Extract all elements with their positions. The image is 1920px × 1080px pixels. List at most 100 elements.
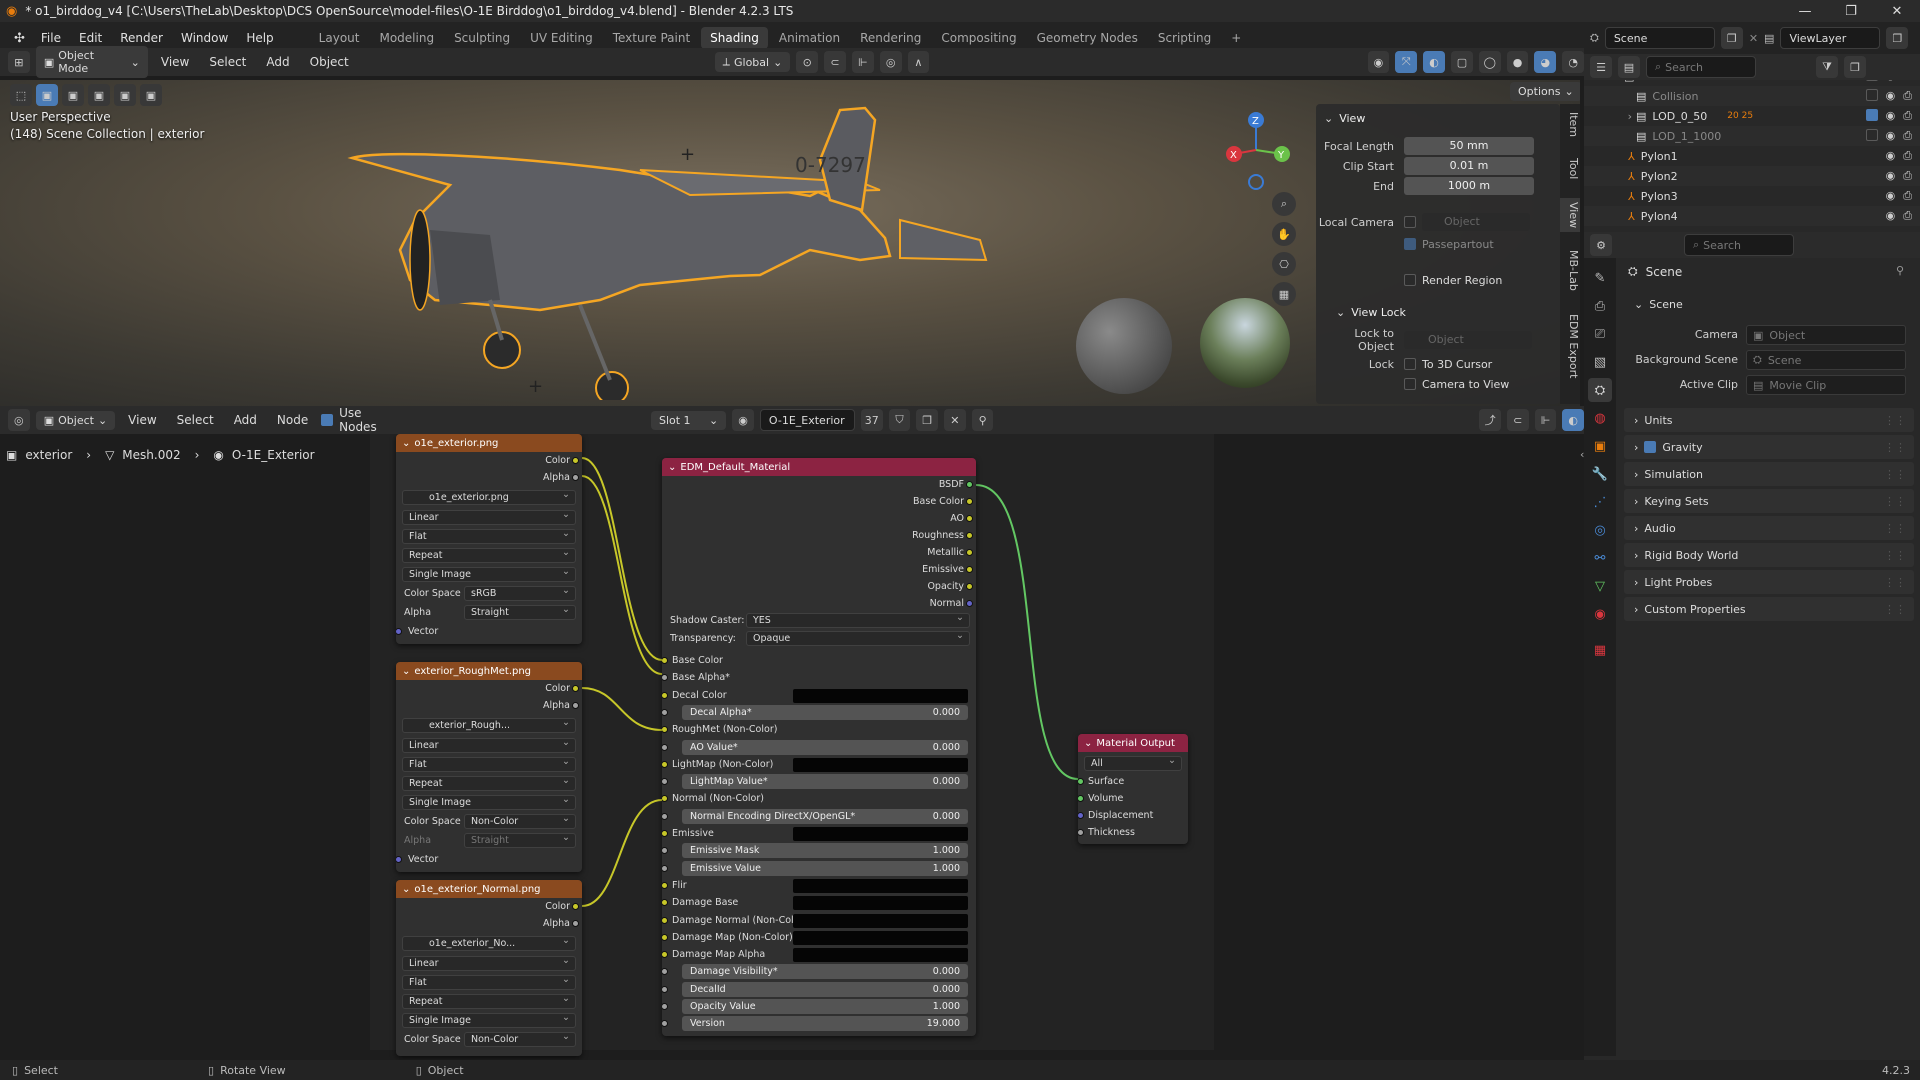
- viewport-menu-view[interactable]: View: [154, 52, 196, 72]
- input-value-field[interactable]: Damage Visibility* 0.000: [682, 964, 968, 980]
- particles-tab-icon[interactable]: ⋰: [1588, 490, 1612, 514]
- input-socket[interactable]: [662, 985, 668, 993]
- pin-icon[interactable]: ⚲: [1896, 264, 1904, 277]
- input-socket[interactable]: [662, 1003, 668, 1010]
- tab-geometry-nodes[interactable]: Geometry Nodes: [1028, 27, 1147, 49]
- property-section-simulation[interactable]: › Simulation ⋮⋮: [1624, 462, 1914, 486]
- material-shading-icon[interactable]: ◕: [1534, 51, 1557, 73]
- node-header[interactable]: ⌄ Material Output: [1078, 734, 1188, 752]
- alpha-dropdown[interactable]: Straight: [464, 603, 576, 620]
- chevron-down-icon[interactable]: ⌄: [1084, 738, 1092, 749]
- material-output-node[interactable]: ⌄ Material Output All Surface Volume Disp…: [1078, 734, 1188, 844]
- color-swatch[interactable]: [793, 930, 968, 945]
- input-socket[interactable]: [662, 778, 668, 786]
- exclude-checkbox[interactable]: [1865, 89, 1878, 101]
- projection-dropdown[interactable]: Flat: [402, 973, 576, 990]
- chevron-right-icon[interactable]: ›: [1584, 110, 1636, 123]
- property-section-gravity[interactable]: › Gravity ⋮⋮: [1624, 435, 1914, 459]
- local-camera-field[interactable]: Object: [1422, 213, 1530, 231]
- snap-icon[interactable]: ⊂: [824, 51, 846, 73]
- active-clip-field[interactable]: ▤ Movie Clip: [1746, 375, 1906, 395]
- drag-handle-icon[interactable]: ⋮⋮: [1884, 468, 1906, 481]
- use-nodes-checkbox[interactable]: [321, 414, 334, 426]
- input-socket[interactable]: [662, 708, 668, 716]
- chevron-down-icon[interactable]: ⌄: [402, 884, 410, 895]
- input-socket[interactable]: [662, 812, 668, 820]
- input-value-field[interactable]: Version 19.000: [682, 1016, 968, 1032]
- property-section-audio[interactable]: › Audio ⋮⋮: [1624, 516, 1914, 540]
- projection-dropdown[interactable]: Flat: [402, 755, 576, 772]
- outliner-row[interactable]: ⅄ Pylon4 ◉ ⎙: [1584, 206, 1920, 226]
- maximize-button[interactable]: ❐: [1828, 0, 1874, 22]
- color-swatch[interactable]: [793, 896, 968, 911]
- chevron-down-icon[interactable]: ⌄: [402, 666, 410, 677]
- tab-shading[interactable]: Shading: [701, 27, 768, 49]
- tab-tool[interactable]: Tool: [1560, 154, 1580, 183]
- new-collection-icon[interactable]: ❐: [1844, 56, 1866, 78]
- outliner-row[interactable]: ▤ LOD_1_1000 ◉ ⎙: [1584, 126, 1920, 146]
- node-editor-canvas[interactable]: ▣ exterior › ▽ Mesh.002 › ◉ O-1E_Exterior ⌄…: [0, 434, 1584, 1060]
- tab-mb-lab[interactable]: MB-Lab: [1560, 246, 1580, 295]
- duplicate-material-icon[interactable]: ❐: [916, 409, 939, 431]
- eye-icon[interactable]: ◉: [1886, 169, 1896, 183]
- shadow-caster-dropdown[interactable]: YES: [746, 611, 970, 628]
- node-overlay-icon[interactable]: ◐: [1562, 409, 1585, 431]
- input-value-field[interactable]: DecalId 0.000: [682, 981, 968, 997]
- node-editor-type-icon[interactable]: ◎: [8, 409, 30, 431]
- menu-file[interactable]: File: [33, 28, 69, 48]
- eye-icon[interactable]: ◉: [1886, 149, 1896, 163]
- properties-search[interactable]: ⌕ Search: [1684, 234, 1794, 256]
- new-scene-icon[interactable]: ❐: [1720, 27, 1743, 49]
- xray-icon[interactable]: ▢: [1451, 51, 1473, 73]
- edm-material-node[interactable]: ⌄ EDM_Default_Material BSDF Base Color AO Ro…: [662, 458, 976, 1036]
- interpolation-dropdown[interactable]: Linear: [402, 736, 576, 753]
- snap-target-icon[interactable]: ⊩: [851, 51, 874, 73]
- input-value-field[interactable]: Emissive Value 1.000: [682, 860, 968, 876]
- image-texture-node[interactable]: ⌄ o1e_exterior_Normal.png Color Alpha o1e…: [396, 880, 582, 1056]
- remove-scene-icon[interactable]: ✕: [1749, 32, 1758, 45]
- scene-tab-icon[interactable]: ⛭: [1588, 378, 1612, 402]
- output-socket[interactable]: [966, 583, 973, 590]
- output-tab-icon[interactable]: ⎚: [1588, 322, 1612, 346]
- output-socket[interactable]: [572, 685, 579, 692]
- camera-render-icon[interactable]: ⎙: [1903, 109, 1912, 123]
- color-space-dropdown[interactable]: Non-Color: [464, 1030, 576, 1047]
- tab-compositing[interactable]: Compositing: [932, 27, 1025, 49]
- clip-start-field[interactable]: 0.01 m: [1404, 157, 1534, 175]
- camera-render-icon[interactable]: ⎙: [1903, 209, 1912, 223]
- tool-tab-icon[interactable]: ✎: [1588, 266, 1612, 290]
- node-menu-node[interactable]: Node: [270, 410, 315, 430]
- node-menu-view[interactable]: View: [121, 410, 163, 430]
- color-space-dropdown[interactable]: sRGB: [464, 584, 576, 601]
- chevron-down-icon[interactable]: ⌄: [668, 462, 676, 473]
- transparency-dropdown[interactable]: Opaque: [746, 629, 970, 646]
- falloff-icon[interactable]: ∧: [907, 51, 930, 73]
- output-socket[interactable]: [966, 549, 973, 556]
- wireframe-shading-icon[interactable]: ◯: [1478, 51, 1501, 73]
- scene-section-header[interactable]: ⌄ Scene: [1624, 292, 1914, 316]
- slot-selector[interactable]: Slot 1 ⌄: [650, 410, 727, 430]
- texture-tab-icon[interactable]: ▦: [1588, 638, 1612, 662]
- input-socket[interactable]: [662, 968, 668, 976]
- tab-item[interactable]: Item: [1560, 108, 1580, 141]
- color-swatch[interactable]: [793, 948, 968, 963]
- camera-render-icon[interactable]: ⎙: [1903, 80, 1912, 83]
- camera-render-icon[interactable]: ⎙: [1903, 169, 1912, 183]
- material-browse-icon[interactable]: ◉: [732, 409, 754, 431]
- display-mode-icon[interactable]: ▤: [1618, 56, 1640, 78]
- input-socket[interactable]: [662, 743, 668, 751]
- unlink-material-icon[interactable]: ✕: [944, 409, 966, 431]
- pin-icon[interactable]: ⚲: [971, 409, 994, 431]
- output-socket[interactable]: [572, 702, 579, 709]
- material-users-count[interactable]: 37: [860, 409, 883, 431]
- tab-view[interactable]: View: [1560, 198, 1580, 233]
- property-section-custom-properties[interactable]: › Custom Properties ⋮⋮: [1624, 597, 1914, 621]
- physics-tab-icon[interactable]: ◎: [1588, 518, 1612, 542]
- select-mode-subtract-icon[interactable]: ▣: [88, 84, 110, 106]
- extension-dropdown[interactable]: Repeat: [402, 546, 576, 563]
- viewport-menu-object[interactable]: Object: [303, 52, 356, 72]
- mode-selector[interactable]: ▣ Object Mode ⌄: [35, 46, 148, 78]
- tab-edm-export[interactable]: EDM Export: [1560, 310, 1580, 382]
- output-socket[interactable]: [572, 903, 579, 910]
- eye-icon[interactable]: ◉: [1886, 80, 1896, 83]
